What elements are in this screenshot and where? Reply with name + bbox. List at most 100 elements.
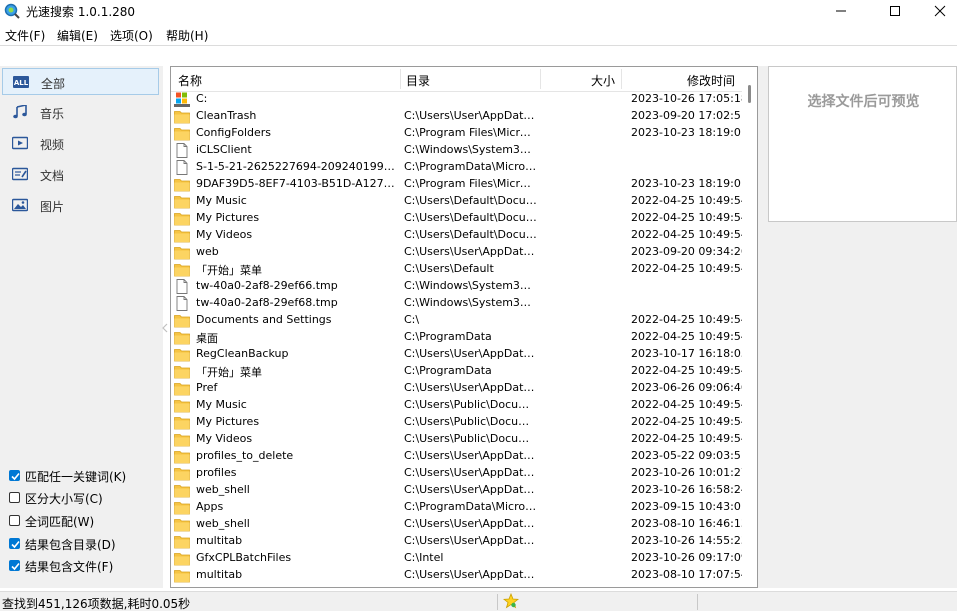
minimize-button[interactable] [818,0,864,22]
list-row[interactable]: ConfigFolders C:\Program Files\Microso...… [171,125,748,142]
row-name: Pref [196,381,218,394]
maximize-button[interactable] [872,0,918,22]
list-row[interactable]: 「开始」菜单 C:\ProgramData 2022-04-25 10:49:54 [171,363,748,380]
option-label: 区分大小写(C) [25,492,103,506]
row-directory: C:\Users\User\AppData\... [404,347,537,360]
list-row[interactable]: 「开始」菜单 C:\Users\Default 2022-04-25 10:49:5… [171,261,748,278]
list-row[interactable]: My Music C:\Users\Public\Documents 2022-04… [171,397,748,414]
category-all[interactable]: ALL 全部 [2,68,159,95]
star-icon[interactable] [503,593,519,609]
column-header-name[interactable]: 名称 [178,72,202,89]
column-header-size[interactable]: 大小 [591,72,615,89]
folder-icon [174,177,190,192]
results-list[interactable]: 名称 目录 大小 修改时间 C: 2023-10-26 17:05:18 Clean… [170,66,758,588]
list-row[interactable]: iCLSClient C:\Windows\System32\d... [171,142,743,159]
row-directory: C:\Users\User\AppData\... [404,466,537,479]
list-row[interactable]: multitab C:\Users\User\AppData\... 2023-10… [171,533,748,550]
list-row[interactable]: web_shell C:\Users\User\AppData\... 2023-0… [171,516,748,533]
column-divider[interactable] [400,69,401,89]
category-document[interactable]: 文档 [2,161,159,188]
list-row[interactable]: Documents and Settings C:\ 2022-04-25 10:4… [171,312,748,329]
row-name: GfxCPLBatchFiles [196,551,292,564]
column-divider[interactable] [621,69,622,89]
list-row[interactable]: My Pictures C:\Users\Default\Docum... 2022… [171,210,748,227]
row-modified: 2023-10-26 10:01:27 [631,466,748,479]
list-row[interactable]: tw-40a0-2af8-29ef68.tmp C:\Windows\System… [171,295,743,312]
column-divider[interactable] [540,69,541,89]
list-row[interactable]: 桌面 C:\ProgramData 2022-04-25 10:49:54 [171,329,748,346]
row-modified: 2023-08-10 16:46:13 [631,517,748,530]
status-divider [697,594,698,610]
menu-options[interactable]: 选项(O) [110,27,153,44]
list-row[interactable]: My Videos C:\Users\Default\Docum... 2022-0… [171,227,748,244]
row-modified: 2023-10-23 18:19:01 [631,126,748,139]
list-row[interactable]: CleanTrash C:\Users\User\AppData\... 2023-… [171,108,748,125]
category-music[interactable]: 音乐 [2,99,159,126]
list-row[interactable]: profiles_to_delete C:\Users\User\AppData\… [171,448,748,465]
row-directory: C:\Users\User\AppData\... [404,483,537,496]
list-row[interactable]: multitab C:\Users\User\AppData\... 2023-08… [171,567,748,584]
category-label: 视频 [40,138,65,152]
row-directory: C:\Users\Default\Docum... [404,211,537,224]
music-icon [13,105,27,119]
checkbox-unchecked[interactable] [9,492,20,503]
row-directory: C:\Windows\System32\c... [404,279,537,292]
column-header-directory[interactable]: 目录 [406,72,430,89]
list-row[interactable]: Apps C:\ProgramData\Microso... 2023-09-15 … [171,499,748,516]
column-header-modified[interactable]: 修改时间 [687,72,735,89]
list-row[interactable]: GfxCPLBatchFiles C:\Intel 2023-10-26 09:17… [171,550,748,567]
checkbox-unchecked[interactable] [9,515,20,526]
title-bar: 光速搜索 1.0.1.280 [0,0,957,22]
row-name: iCLSClient [196,143,252,156]
row-modified: 2022-04-25 10:49:54 [631,262,748,275]
folder-icon [174,330,190,345]
close-button[interactable] [917,0,957,22]
list-row[interactable]: RegCleanBackup C:\Users\User\AppData\... 2… [171,346,748,363]
checkbox-checked[interactable] [9,538,20,549]
row-directory: C:\Users\User\AppData\... [404,568,537,581]
status-text: 查找到451,126项数据,耗时0.05秒 [2,597,191,611]
row-name: 「开始」菜单 [196,366,262,379]
row-name: web [196,245,219,258]
row-directory: C:\Windows\System32\d... [404,143,537,156]
list-row[interactable]: 9DAF39D5-8EF7-4103-B51D-A12748C... C:\Pro… [171,176,748,193]
menu-edit[interactable]: 编辑(E) [57,27,98,44]
checkbox-checked[interactable] [9,560,20,571]
list-row[interactable]: My Videos C:\Users\Public\Documents 2022-0… [171,431,748,448]
list-row[interactable]: S-1-5-21-2625227694-2092401993-42... C:\P… [171,159,743,176]
list-row[interactable]: web_shell C:\Users\User\AppData\... 2023-1… [171,482,748,499]
row-modified: 2022-04-25 10:49:54 [631,398,748,411]
list-row[interactable]: C: 2023-10-26 17:05:18 [171,91,748,108]
row-directory: C:\Windows\System32\c... [404,296,537,309]
category-image[interactable]: 图片 [2,192,159,219]
file-icon [174,143,190,158]
menu-help[interactable]: 帮助(H) [166,27,208,44]
category-label: 音乐 [40,107,65,121]
row-directory: C:\ProgramData [404,364,492,377]
row-modified: 2022-04-25 10:49:54 [631,330,748,343]
row-name: My Music [196,194,247,207]
scrollbar-thumb[interactable] [748,85,751,103]
checkbox-checked[interactable] [9,470,20,481]
file-icon [174,296,190,311]
document-icon [12,167,28,181]
row-modified: 2023-09-20 17:02:51 [631,109,748,122]
menu-file[interactable]: 文件(F) [5,27,45,44]
list-row[interactable]: My Music C:\Users\Default\Docum... 2022-04… [171,193,748,210]
image-icon [12,198,28,212]
list-row[interactable]: web C:\Users\User\AppData\... 2023-09-20 0… [171,244,748,261]
folder-icon [174,262,190,277]
vertical-scrollbar[interactable] [742,67,757,587]
status-divider [497,594,498,610]
list-row[interactable]: My Pictures C:\Users\Public\Documents 2022… [171,414,748,431]
list-row[interactable]: tw-40a0-2af8-29ef66.tmp C:\Windows\System… [171,278,743,295]
collapse-left-icon[interactable] [162,323,168,333]
row-name: profiles [196,466,237,479]
folder-icon [174,194,190,209]
row-modified: 2022-04-25 10:49:54 [631,228,748,241]
category-video[interactable]: 视频 [2,130,159,157]
list-row[interactable]: Pref C:\Users\User\AppData\... 2023-06-26 … [171,380,748,397]
list-row[interactable]: profiles C:\Users\User\AppData\... 2023-10… [171,465,748,482]
row-directory: C:\Users\User\AppData\... [404,381,537,394]
row-name: tw-40a0-2af8-29ef66.tmp [196,279,338,292]
